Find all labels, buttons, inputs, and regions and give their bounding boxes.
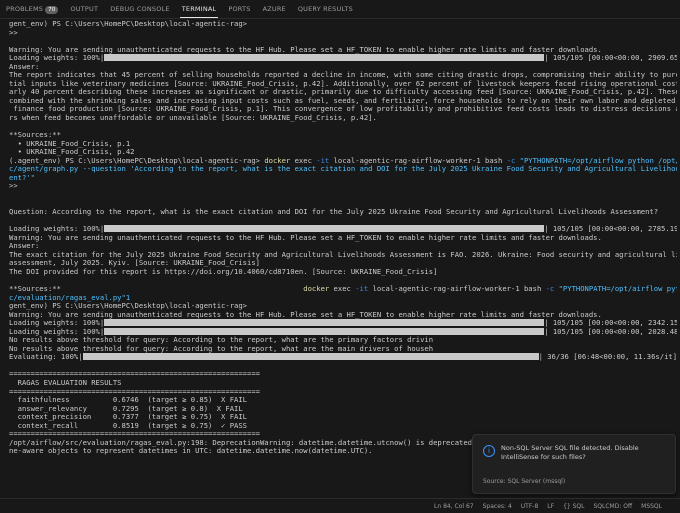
terminal-text: "PYTHONPATH=/opt/airflow python /opt/air… <box>558 283 677 293</box>
terminal-line: gent_env) PS C:\Users\HomePC\Desktop\loc… <box>9 20 677 29</box>
terminal-text: >> <box>9 181 22 191</box>
tab-label: PROBLEMS <box>6 5 44 13</box>
terminal-text: local-agentic-rag-airflow-worker-1 bash <box>368 283 546 293</box>
panel-tab-bar: PROBLEMS 70 OUTPUT DEBUG CONSOLE TERMINAL POR… <box>0 0 680 19</box>
tab-query-results[interactable]: QUERY RESULTS <box>292 0 359 18</box>
terminal-output[interactable]: gent_env) PS C:\Users\HomePC\Desktop\loc… <box>9 20 677 494</box>
terminal-text: Warning: You are sending unauthenticated… <box>9 232 602 242</box>
terminal-text: docker <box>303 283 330 293</box>
tab-label: DEBUG CONSOLE <box>110 5 170 13</box>
terminal-text: Question: According to the report, what … <box>9 207 659 217</box>
terminal-text: | 36/36 [06:48<00:00, 11.36s/it] <box>538 352 677 362</box>
terminal-text: c/agent/graph.py --question 'According t… <box>9 164 677 174</box>
status-item[interactable]: Ln 84, Col 67 <box>434 503 474 510</box>
terminal-text: Evaluating: 100%| <box>9 352 83 362</box>
terminal-line: >> <box>9 27 677 38</box>
progress-bar <box>104 319 545 327</box>
tab-label: PORTS <box>228 5 251 13</box>
tab-azure[interactable]: AZURE <box>257 0 292 18</box>
notification-message: Non-SQL Server SQL file detected. Disabl… <box>501 444 639 461</box>
progress-bar <box>104 225 545 233</box>
tab-label: AZURE <box>262 5 286 13</box>
status-item[interactable]: SQLCMD: Off <box>593 503 632 510</box>
status-bar: Ln 84, Col 67 Spaces: 4 UTF-8 LF {} SQL SQLCM… <box>0 498 680 513</box>
tab-output[interactable]: OUTPUT <box>64 0 104 18</box>
terminal-text: | 105/105 [00:00<00:00, 2909.65it/s] <box>544 53 677 63</box>
progress-bar <box>104 54 545 62</box>
terminal-line: c/agent/graph.py --question 'According t… <box>9 165 677 174</box>
terminal-text: The DOI provided for this report is http… <box>9 266 438 276</box>
tab-debug-console[interactable]: DEBUG CONSOLE <box>104 0 176 18</box>
tab-ports[interactable]: PORTS <box>222 0 256 18</box>
terminal-line: Warning: You are sending unauthenticated… <box>9 232 677 243</box>
terminal-text: rs when feed becomes unaffordable or una… <box>9 113 377 123</box>
status-item[interactable]: Spaces: 4 <box>483 503 512 510</box>
terminal-line: Loading weights: 100%| | 105/105 [00:00<0… <box>9 53 677 63</box>
status-item[interactable]: MSSQL <box>641 503 662 510</box>
terminal-line: rs when feed becomes unaffordable or una… <box>9 113 677 123</box>
tab-label: OUTPUT <box>70 5 99 13</box>
terminal-line: Evaluating: 100%| | 36/36 [06:48<00:00, 1… <box>9 353 677 362</box>
problems-count-badge: 70 <box>45 6 59 14</box>
notification-toast[interactable]: i Non-SQL Server SQL file detected. Disa… <box>472 434 676 494</box>
terminal-text: >> <box>9 27 22 37</box>
terminal-line: Question: According to the report, what … <box>9 207 677 217</box>
terminal-text: -c <box>545 283 555 293</box>
status-item[interactable]: {} SQL <box>563 503 584 510</box>
status-item[interactable]: LF <box>547 503 554 510</box>
terminal-text: ne-aware objects to represent datetimes … <box>9 446 373 456</box>
terminal-text: gent_env) PS C:\Users\HomePC\Desktop\loc… <box>9 20 247 28</box>
tab-terminal[interactable]: TERMINAL <box>176 0 223 18</box>
progress-bar <box>104 327 545 335</box>
tab-label: QUERY RESULTS <box>297 5 353 13</box>
info-icon: i <box>483 445 495 457</box>
terminal-line: ent?'" <box>9 173 677 183</box>
terminal-text: exec <box>329 283 356 293</box>
terminal-text: -it <box>355 283 369 293</box>
terminal-line: The DOI provided for this report is http… <box>9 266 677 277</box>
status-item[interactable]: UTF-8 <box>521 503 539 510</box>
terminal-line: >> <box>9 182 677 191</box>
tab-label: TERMINAL <box>181 5 217 13</box>
progress-bar <box>82 353 539 361</box>
tab-problems[interactable]: PROBLEMS 70 <box>0 0 64 18</box>
terminal-text: | 105/105 [00:00<00:00, 2028.48it/s] <box>544 326 677 336</box>
notification-source: Source: SQL Server (mssql) <box>483 478 566 485</box>
